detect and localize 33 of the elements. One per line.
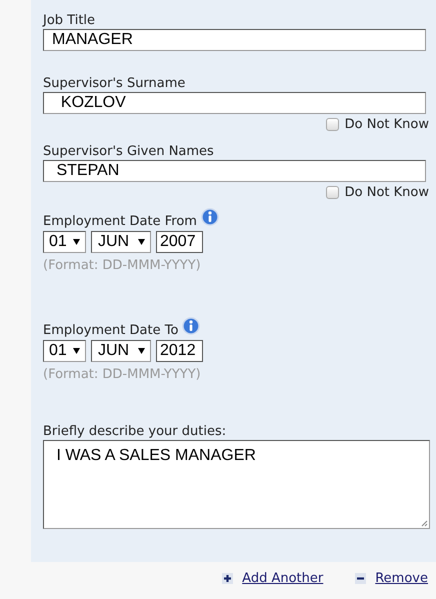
checkbox[interactable] xyxy=(326,186,339,199)
day-dropdown[interactable]: 01 xyxy=(43,231,86,253)
format-hint: (Format: DD-MMM-YYYY) xyxy=(43,258,201,273)
info-icon[interactable] xyxy=(200,208,219,226)
info-icon[interactable] xyxy=(182,317,200,335)
input-field[interactable]: MANAGER xyxy=(43,29,426,51)
input-field[interactable]: KOZLOV xyxy=(43,92,426,114)
checkbox[interactable] xyxy=(326,118,339,131)
field-label: Briefly describe your duties: xyxy=(43,424,226,440)
add-link[interactable]: Add Another xyxy=(242,571,324,586)
caret-icon xyxy=(73,348,80,354)
field-label: Employment Date From xyxy=(43,214,197,230)
month-dropdown[interactable]: JUN xyxy=(91,340,151,362)
year-field[interactable]: 2012 xyxy=(156,340,203,362)
year-field[interactable]: 2007 xyxy=(156,231,203,253)
field-label: Supervisor's Given Names xyxy=(43,144,214,160)
plus-icon xyxy=(222,573,234,584)
field-label: Job Title xyxy=(43,13,96,29)
month-dropdown[interactable]: JUN xyxy=(91,231,151,253)
caret-icon xyxy=(73,239,80,245)
checkbox-label: Do Not Know xyxy=(344,117,429,132)
caret-icon xyxy=(138,239,145,245)
input-field[interactable]: STEPAN xyxy=(43,160,426,182)
caret-icon xyxy=(138,348,145,354)
remove-link[interactable]: Remove xyxy=(375,571,428,586)
format-hint: (Format: DD-MMM-YYYY) xyxy=(43,367,201,382)
minus-icon xyxy=(355,573,366,584)
checkbox-label: Do Not Know xyxy=(344,185,429,200)
resize-grip-icon[interactable] xyxy=(420,519,428,527)
field-label: Supervisor's Surname xyxy=(43,76,186,92)
day-dropdown[interactable]: 01 xyxy=(43,340,86,362)
field-label: Employment Date To xyxy=(43,323,178,339)
text-area[interactable]: I WAS A SALES MANAGER xyxy=(43,440,430,529)
